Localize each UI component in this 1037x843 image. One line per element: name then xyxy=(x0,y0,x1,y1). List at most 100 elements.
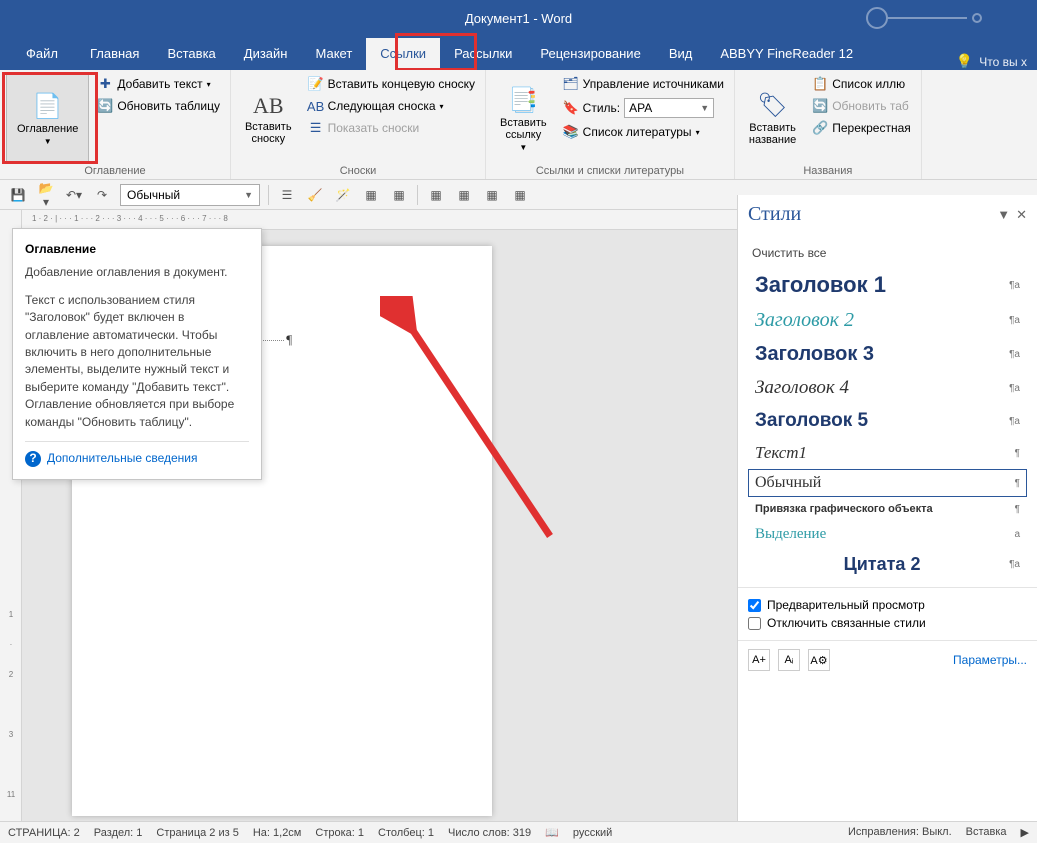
update-captions-button: 🔄Обновить таб xyxy=(808,96,915,116)
add-text-button[interactable]: ✚Добавить текст ▾ xyxy=(93,74,224,94)
insert-footnote-button[interactable]: AB Вставить сноску xyxy=(237,74,300,163)
qat-icon-5[interactable]: ▦ xyxy=(389,188,409,202)
undo-icon[interactable]: ↶▾ xyxy=(64,188,84,202)
ribbon-group-captions: 🏷 Вставить название 📋Список иллю 🔄Обнови… xyxy=(735,70,922,179)
style-item-normal[interactable]: Обычный¶ xyxy=(748,469,1027,497)
status-words[interactable]: Число слов: 319 xyxy=(448,827,531,839)
insert-caption-button[interactable]: 🏷 Вставить название xyxy=(741,74,804,163)
window-title: Документ1 - Word xyxy=(465,11,572,26)
close-icon[interactable]: ✕ xyxy=(1016,207,1027,223)
qat-icon-3[interactable]: 🪄 xyxy=(333,188,353,202)
qat-icon-4[interactable]: ▦ xyxy=(361,188,381,202)
style-item-quote2[interactable]: Цитата 2¶a xyxy=(748,549,1027,580)
styles-pane: Стили ▼ ✕ Очистить все Заголовок 1¶a Заг… xyxy=(737,195,1037,821)
tab-mailings[interactable]: Рассылки xyxy=(440,38,526,70)
refresh-icon: 🔄 xyxy=(97,98,113,114)
group-label-captions: Названия xyxy=(741,163,915,177)
insert-citation-button[interactable]: 📑 Вставить ссылку ▼ xyxy=(492,74,555,163)
style-item-highlight[interactable]: Выделениеa xyxy=(748,521,1027,548)
preview-checkbox[interactable]: Предварительный просмотр xyxy=(748,596,1027,614)
save-icon[interactable]: 💾 xyxy=(8,188,28,202)
style-item-h2[interactable]: Заголовок 2¶a xyxy=(748,304,1027,337)
styles-options: Предварительный просмотр Отключить связа… xyxy=(738,587,1037,640)
status-line[interactable]: Строка: 1 xyxy=(315,827,364,839)
tab-references[interactable]: Ссылки xyxy=(366,38,440,70)
figure-list-button[interactable]: 📋Список иллю xyxy=(808,74,915,94)
list-icon: 📋 xyxy=(812,76,828,92)
tab-abbyy[interactable]: ABBYY FineReader 12 xyxy=(706,38,867,70)
group-label-citations: Ссылки и списки литературы xyxy=(492,163,728,177)
group-label-toc: Оглавление xyxy=(6,163,224,177)
redo-icon[interactable]: ↷ xyxy=(92,188,112,202)
bulb-icon: 💡 xyxy=(956,53,973,70)
style-item-h1[interactable]: Заголовок 1¶a xyxy=(748,267,1027,303)
tab-home[interactable]: Главная xyxy=(76,38,153,70)
style-item-text1[interactable]: Текст1¶ xyxy=(748,438,1027,468)
status-track[interactable]: Исправления: Выкл. xyxy=(848,826,952,839)
tooltip-more-link[interactable]: ? Дополнительные сведения xyxy=(25,441,249,467)
pilcrow-icon: ¶ xyxy=(286,332,292,348)
update-toc-button[interactable]: 🔄Обновить таблицу xyxy=(93,96,224,116)
manage-styles-icon[interactable]: A⚙ xyxy=(808,649,830,671)
insert-endnote-button[interactable]: 📝Вставить концевую сноску xyxy=(304,74,479,94)
next-footnote-button[interactable]: ABСледующая сноска ▾ xyxy=(304,96,479,116)
tab-insert[interactable]: Вставка xyxy=(153,38,229,70)
refresh-icon: 🔄 xyxy=(812,98,828,114)
tell-me[interactable]: 💡Что вы х xyxy=(946,53,1037,70)
tab-review[interactable]: Рецензирование xyxy=(526,38,654,70)
endnote-icon: 📝 xyxy=(308,76,324,92)
tab-view[interactable]: Вид xyxy=(655,38,707,70)
next-icon: AB xyxy=(308,98,324,114)
status-col[interactable]: Столбец: 1 xyxy=(378,827,434,839)
help-icon: ? xyxy=(25,451,41,467)
style-selector[interactable]: Обычный▼ xyxy=(120,184,260,206)
status-bar: СТРАНИЦА: 2 Раздел: 1 Страница 2 из 5 На… xyxy=(0,821,1037,843)
style-item-anchor[interactable]: Привязка графического объекта¶ xyxy=(748,498,1027,520)
bibliography-button[interactable]: 📚Список литературы ▾ xyxy=(559,122,728,142)
clear-all-button[interactable]: Очистить все xyxy=(748,240,1027,266)
styles-params-link[interactable]: Параметры... xyxy=(953,653,1027,667)
style-inspector-icon[interactable]: Aᵢ xyxy=(778,649,800,671)
style-field[interactable]: APA▼ xyxy=(624,98,714,118)
style-icon: 🔖 xyxy=(563,100,579,116)
styles-bottom-toolbar: A+ Aᵢ A⚙ Параметры... xyxy=(738,640,1037,679)
toc-icon: 📄 xyxy=(33,92,63,121)
tab-file[interactable]: Файл xyxy=(12,38,76,70)
qat-icon-7[interactable]: ▦ xyxy=(454,188,474,202)
status-lang[interactable]: русский xyxy=(573,827,612,839)
style-item-h5[interactable]: Заголовок 5¶a xyxy=(748,405,1027,437)
tab-layout[interactable]: Макет xyxy=(301,38,366,70)
open-icon[interactable]: 📂▾ xyxy=(36,181,56,209)
show-footnotes-button: ☰Показать сноски xyxy=(304,118,479,138)
proofing-icon[interactable]: 📖 xyxy=(545,826,559,839)
status-insert[interactable]: Вставка xyxy=(966,826,1007,839)
qat-icon-1[interactable]: ☰ xyxy=(277,188,297,202)
macro-icon[interactable]: ▶ xyxy=(1021,826,1029,839)
style-item-h4[interactable]: Заголовок 4¶a xyxy=(748,372,1027,404)
status-section[interactable]: Раздел: 1 xyxy=(94,827,143,839)
show-icon: ☰ xyxy=(308,120,324,136)
status-at[interactable]: На: 1,2см xyxy=(253,827,302,839)
tab-design[interactable]: Дизайн xyxy=(230,38,302,70)
new-style-icon[interactable]: A+ xyxy=(748,649,770,671)
toc-button[interactable]: 📄 Оглавление ▼ xyxy=(6,74,89,163)
pane-options-icon[interactable]: ▼ xyxy=(997,207,1010,223)
crossref-button[interactable]: 🔗Перекрестная xyxy=(808,118,915,138)
style-item-h3[interactable]: Заголовок 3¶a xyxy=(748,338,1027,371)
qat-icon-2[interactable]: 🧹 xyxy=(305,188,325,202)
ribbon-tabs: Файл Главная Вставка Дизайн Макет Ссылки… xyxy=(0,36,1037,70)
citation-style-dropdown[interactable]: 🔖 Стиль: APA▼ xyxy=(559,96,728,120)
qat-icon-9[interactable]: ▦ xyxy=(510,188,530,202)
status-page[interactable]: СТРАНИЦА: 2 xyxy=(8,827,80,839)
manage-sources-button[interactable]: 🗂Управление источниками xyxy=(559,74,728,94)
disable-linked-checkbox[interactable]: Отключить связанные стили xyxy=(748,614,1027,632)
styles-pane-header: Стили ▼ ✕ xyxy=(738,195,1037,234)
qat-icon-8[interactable]: ▦ xyxy=(482,188,502,202)
tooltip-title: Оглавление xyxy=(25,241,249,258)
status-page-of[interactable]: Страница 2 из 5 xyxy=(156,827,238,839)
ribbon-group-toc: 📄 Оглавление ▼ ✚Добавить текст ▾ 🔄Обнови… xyxy=(0,70,231,179)
add-text-icon: ✚ xyxy=(97,76,113,92)
ribbon-group-citations: 📑 Вставить ссылку ▼ 🗂Управление источник… xyxy=(486,70,735,179)
tooltip-toc: Оглавление Добавление оглавления в докум… xyxy=(12,228,262,480)
qat-icon-6[interactable]: ▦ xyxy=(426,188,446,202)
